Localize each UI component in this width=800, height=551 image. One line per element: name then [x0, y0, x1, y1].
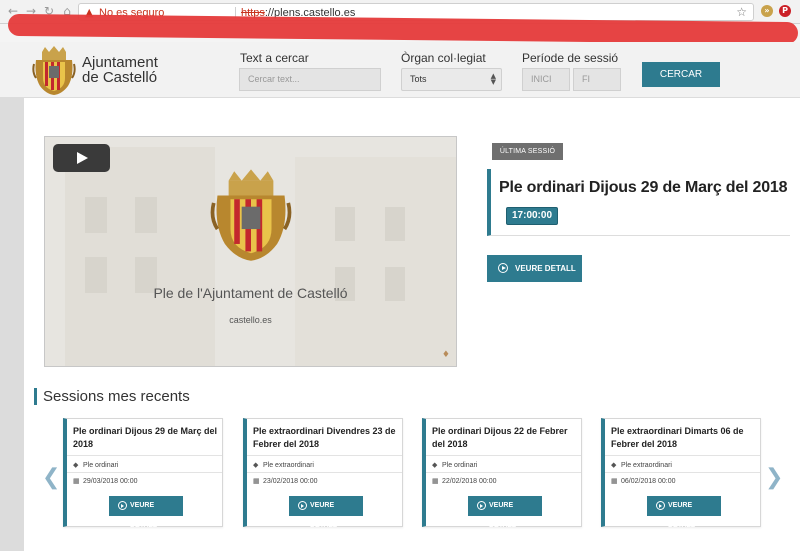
- logo-line-2: de Castelló: [82, 69, 158, 86]
- tag-icon: ◆: [432, 461, 438, 469]
- play-circle-icon: [656, 501, 665, 510]
- recent-sessions-heading: Sessions mes recents: [34, 388, 190, 405]
- search-button[interactable]: CERCAR: [642, 62, 720, 87]
- session-card-date: ▦ 29/03/2018 00:00: [73, 477, 138, 485]
- session-detail-button[interactable]: VEURE DETALL: [468, 496, 542, 529]
- period-label: Període de sessió: [522, 51, 619, 65]
- extension-icon[interactable]: »: [761, 5, 773, 17]
- video-caption: Ple de l'Ajuntament de Castelló: [153, 285, 348, 301]
- carousel-next-icon[interactable]: ❯: [765, 467, 783, 489]
- play-circle-icon: [118, 501, 127, 510]
- play-circle-icon: [477, 501, 486, 510]
- last-session-detail-button[interactable]: VEURE DETALL: [487, 255, 582, 282]
- session-card-type: ◆ Ple extraordinari: [253, 461, 314, 469]
- session-card-title: Ple extraordinari Divendres 23 de Febrer…: [253, 426, 396, 449]
- organ-select[interactable]: Tots ▲ ▼: [401, 68, 502, 91]
- session-card: Ple extraordinari Divendres 23 de Febrer…: [243, 418, 403, 529]
- session-card: Ple ordinari Dijous 29 de Març del 2018 …: [63, 418, 223, 529]
- text-search-label: Text a cercar: [240, 51, 309, 65]
- session-card: Ple extraordinari Dimarts 06 de Febrer d…: [601, 418, 761, 529]
- session-detail-button[interactable]: VEURE DETALL: [109, 496, 183, 529]
- card-divider: [67, 455, 222, 456]
- session-date-text: 22/02/2018 00:00: [442, 478, 497, 485]
- session-card-date: ▦ 22/02/2018 00:00: [432, 477, 497, 485]
- session-date-text: 29/03/2018 00:00: [83, 478, 138, 485]
- carousel-prev-icon[interactable]: ❮: [42, 467, 60, 489]
- session-card-title: Ple extraordinari Dimarts 06 de Febrer d…: [611, 426, 744, 449]
- session-card-type: ◆ Ple ordinari: [432, 461, 477, 469]
- session-card-title: Ple ordinari Dijous 22 de Febrer del 201…: [432, 426, 568, 449]
- play-icon: [77, 152, 88, 164]
- session-card-title: Ple ordinari Dijous 29 de Març del 2018: [73, 426, 218, 449]
- session-card-date: ▦ 23/02/2018 00:00: [253, 477, 318, 485]
- period-end-input[interactable]: FI: [573, 68, 621, 91]
- card-divider: [605, 472, 760, 473]
- detail-button-label: VEURE DETALL: [668, 502, 696, 529]
- card-divider: [247, 455, 402, 456]
- site-header: Ajuntament de Castelló Text a cercar Cer…: [0, 42, 800, 98]
- coat-of-arms-icon[interactable]: [32, 46, 76, 96]
- period-start-input[interactable]: INICI: [522, 68, 570, 91]
- session-detail-button[interactable]: VEURE DETALL: [289, 496, 363, 529]
- detail-button-label: VEURE DETALL: [130, 502, 158, 529]
- video-site: castello.es: [229, 315, 272, 325]
- play-button[interactable]: [53, 144, 110, 172]
- session-card-type: ◆ Ple ordinari: [73, 461, 118, 469]
- select-arrows-icon: ▲ ▼: [490, 72, 496, 86]
- card-divider: [67, 472, 222, 473]
- card-divider: [426, 472, 581, 473]
- star-icon[interactable]: ☆: [736, 5, 747, 20]
- tag-icon: ◆: [253, 461, 259, 469]
- coat-of-arms-icon: [210, 169, 292, 261]
- last-session-title: Ple ordinari Dijous 29 de Març del 2018: [499, 179, 788, 196]
- detail-button-label: VEURE DETALL: [515, 264, 576, 273]
- organ-label: Òrgan col·legiat: [401, 51, 486, 65]
- card-divider: [426, 455, 581, 456]
- play-circle-icon: [498, 263, 508, 273]
- last-session-panel: Ple ordinari Dijous 29 de Març del 2018 …: [487, 169, 790, 236]
- left-margin: [0, 98, 24, 551]
- calendar-icon: ▦: [432, 477, 439, 485]
- text-search-input[interactable]: Cercar text...: [239, 68, 381, 91]
- site-logo-text[interactable]: Ajuntament de Castelló: [82, 55, 158, 85]
- calendar-icon: ▦: [611, 477, 618, 485]
- detail-button-label: VEURE DETALL: [489, 502, 517, 529]
- session-type-text: Ple ordinari: [83, 462, 119, 469]
- session-card-type: ◆ Ple extraordinari: [611, 461, 672, 469]
- logo-line-1: Ajuntament: [82, 54, 158, 71]
- calendar-icon: ▦: [73, 477, 80, 485]
- session-type-text: Ple extraordinari: [263, 462, 314, 469]
- session-card: Ple ordinari Dijous 22 de Febrer del 201…: [422, 418, 582, 529]
- session-type-text: Ple extraordinari: [621, 462, 672, 469]
- video-player[interactable]: Ple de l'Ajuntament de Castelló castello…: [44, 136, 457, 367]
- last-session-badge: ÚLTIMA SESSIÓ: [492, 143, 563, 160]
- card-divider: [247, 472, 402, 473]
- pinterest-icon[interactable]: P: [779, 5, 791, 17]
- session-date-text: 06/02/2018 00:00: [621, 478, 676, 485]
- play-circle-icon: [298, 501, 307, 510]
- last-session-time: 17:00:00: [506, 207, 558, 225]
- session-date-text: 23/02/2018 00:00: [263, 478, 318, 485]
- watermark-icon: ♦: [441, 350, 450, 360]
- detail-button-label: VEURE DETALL: [310, 502, 338, 529]
- session-detail-button[interactable]: VEURE DETALL: [647, 496, 721, 529]
- session-card-date: ▦ 06/02/2018 00:00: [611, 477, 676, 485]
- card-divider: [605, 455, 760, 456]
- tag-icon: ◆: [73, 461, 79, 469]
- calendar-icon: ▦: [253, 477, 260, 485]
- organ-select-value: Tots: [410, 74, 427, 84]
- page: ← → ↻ ⌂ ▲ No es seguro https://plens.cas…: [0, 0, 800, 551]
- session-type-text: Ple ordinari: [442, 462, 478, 469]
- tag-icon: ◆: [611, 461, 617, 469]
